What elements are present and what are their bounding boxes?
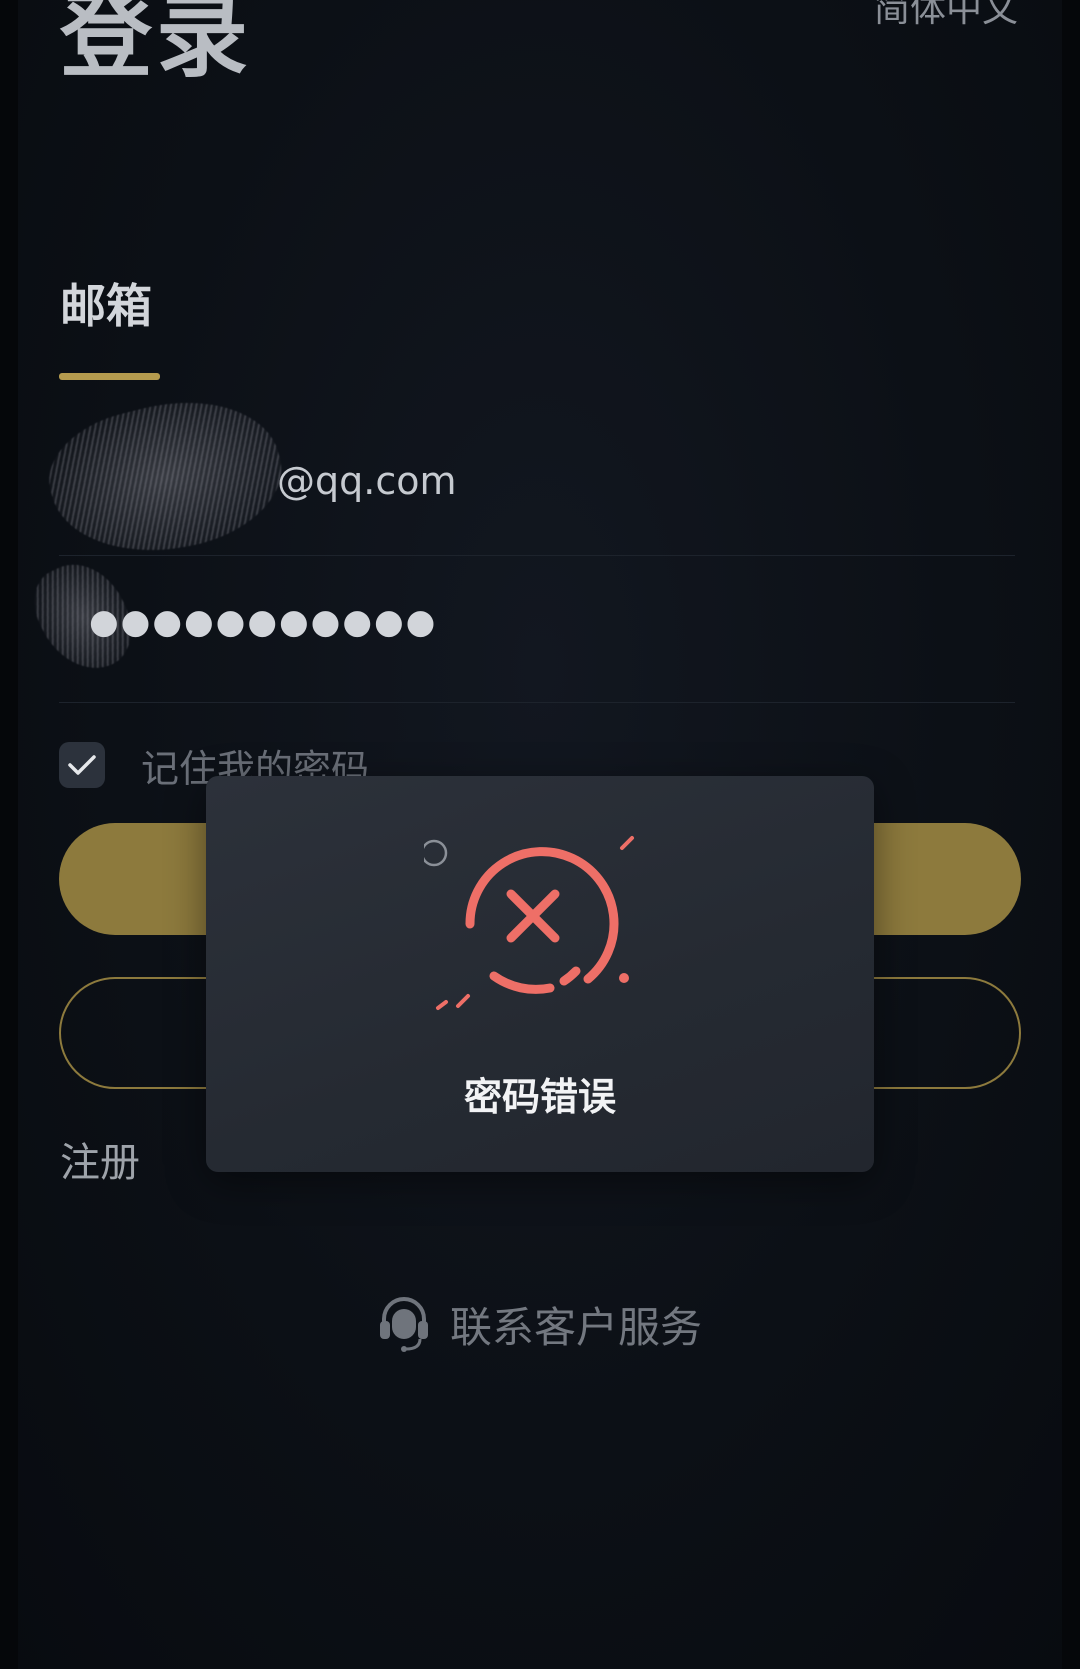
password-value: ●●●●●●●●●●● bbox=[89, 602, 438, 642]
email-field[interactable]: @qq.com bbox=[36, 379, 1015, 576]
error-message: 密码错误 bbox=[463, 1075, 616, 1119]
redaction-scribble bbox=[36, 379, 296, 576]
support-label: 联系客户服务 bbox=[450, 1302, 703, 1352]
error-x-icon bbox=[424, 836, 634, 1010]
login-screen: 登录 简体中文 邮箱 @qq.com ●●●●●●●●●●● 记住我的密码 注册… bbox=[0, 0, 1080, 1669]
right-edge-shade bbox=[1062, 0, 1080, 1669]
language-switch[interactable]: 简体中文 bbox=[874, 0, 1018, 31]
contact-support-button[interactable]: 联系客户服务 bbox=[376, 1294, 702, 1354]
remember-checkbox[interactable] bbox=[59, 742, 105, 788]
left-edge-shade bbox=[0, 0, 18, 1669]
email-value: @qq.com bbox=[277, 459, 457, 503]
password-field[interactable]: ●●●●●●●●●●● bbox=[21, 549, 1015, 703]
tab-email[interactable]: 邮箱 bbox=[60, 270, 152, 336]
page-title: 登录 bbox=[60, 0, 253, 90]
tab-active-indicator bbox=[59, 373, 160, 380]
checkmark-icon bbox=[68, 755, 96, 775]
headset-icon bbox=[380, 1297, 428, 1352]
error-dialog: 密码错误 bbox=[206, 776, 874, 1172]
register-link[interactable]: 注册 bbox=[60, 1130, 140, 1188]
